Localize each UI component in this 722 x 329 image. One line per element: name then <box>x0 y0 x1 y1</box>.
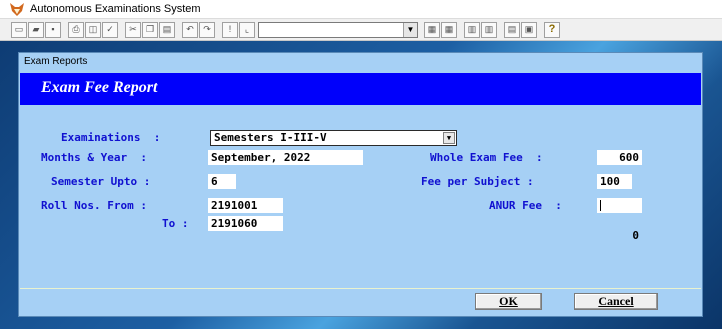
cancel-button[interactable]: Cancel <box>574 293 658 310</box>
semester-upto-label: Semester Upto : <box>51 175 151 188</box>
help-icon[interactable]: ? <box>544 21 560 38</box>
save-icon[interactable]: ▪ <box>45 21 61 38</box>
open-icon[interactable]: ▰ <box>28 21 44 38</box>
tool2-icon[interactable]: ▥ <box>481 21 497 38</box>
new-icon[interactable]: ▭ <box>11 21 27 38</box>
anur-fee-label: ANUR Fee : <box>489 199 562 212</box>
tool1-icon[interactable]: ▥ <box>464 21 480 38</box>
report-header: Exam Fee Report <box>20 73 701 105</box>
ok-button[interactable]: OK <box>475 293 542 310</box>
print-icon[interactable]: ⎙ <box>68 21 84 38</box>
roll-from-field[interactable]: 2191001 <box>208 198 283 213</box>
anur-fee-value: 0 <box>632 229 639 242</box>
ok-button-label: OK <box>499 294 518 308</box>
whole-exam-fee-field[interactable]: 600 <box>597 150 642 165</box>
examinations-value: Semesters I-III-V <box>214 131 327 144</box>
toolbar-combo[interactable]: ▼ <box>258 21 418 38</box>
examinations-label: Examinations : <box>61 131 161 144</box>
title-bar: Autonomous Examinations System <box>0 0 722 19</box>
window-title: Autonomous Examinations System <box>30 3 201 15</box>
redo-icon[interactable]: ↷ <box>199 21 215 38</box>
fee-per-subject-label: Fee per Subject : <box>421 175 534 188</box>
fee-per-subject-field[interactable]: 100 <box>597 174 632 189</box>
report-title: Exam Fee Report <box>41 79 158 96</box>
toolbar: ▭ ▰ ▪ ⎙ ◫ ✓ ✂ ❐ ▤ ↶ ↷ ! ⌞ ▼ ▦ ▦ ▥ ▥ ▤ ▣ … <box>0 19 722 41</box>
table1-icon[interactable]: ▦ <box>424 21 440 38</box>
dialog-caption: Exam Reports <box>19 53 702 70</box>
copy-icon[interactable]: ❐ <box>142 21 158 38</box>
dialog-divider <box>20 288 701 289</box>
examinations-select[interactable]: Semesters I-III-V ▼ <box>210 130 457 146</box>
tool3-icon[interactable]: ▤ <box>504 21 520 38</box>
app-fox-icon <box>10 2 24 16</box>
months-year-label: Months & Year : <box>41 151 147 164</box>
exclaim-icon[interactable]: ! <box>222 21 238 38</box>
undo-icon[interactable]: ↶ <box>182 21 198 38</box>
semester-upto-field[interactable]: 6 <box>208 174 236 189</box>
roll-to-label: To : <box>162 217 189 230</box>
text-caret <box>600 200 601 211</box>
roll-to-field[interactable]: 2191060 <box>208 216 283 231</box>
tool4-icon[interactable]: ▣ <box>521 21 537 38</box>
spell-icon[interactable]: ✓ <box>102 21 118 38</box>
table2-icon[interactable]: ▦ <box>441 21 457 38</box>
cancel-button-label: Cancel <box>598 294 634 308</box>
chart-icon[interactable]: ⌞ <box>239 21 255 38</box>
whole-exam-fee-label: Whole Exam Fee : <box>430 151 543 164</box>
months-year-field[interactable]: September, 2022 <box>208 150 363 165</box>
preview-icon[interactable]: ◫ <box>85 21 101 38</box>
paste-icon[interactable]: ▤ <box>159 21 175 38</box>
chevron-down-icon[interactable]: ▼ <box>443 132 455 144</box>
chevron-down-icon[interactable]: ▼ <box>403 22 417 37</box>
cut-icon[interactable]: ✂ <box>125 21 141 38</box>
exam-reports-dialog: Exam Reports Exam Fee Report Examination… <box>18 52 703 317</box>
anur-fee-field[interactable]: 0 <box>597 198 642 242</box>
roll-from-label: Roll Nos. From : <box>41 199 147 212</box>
